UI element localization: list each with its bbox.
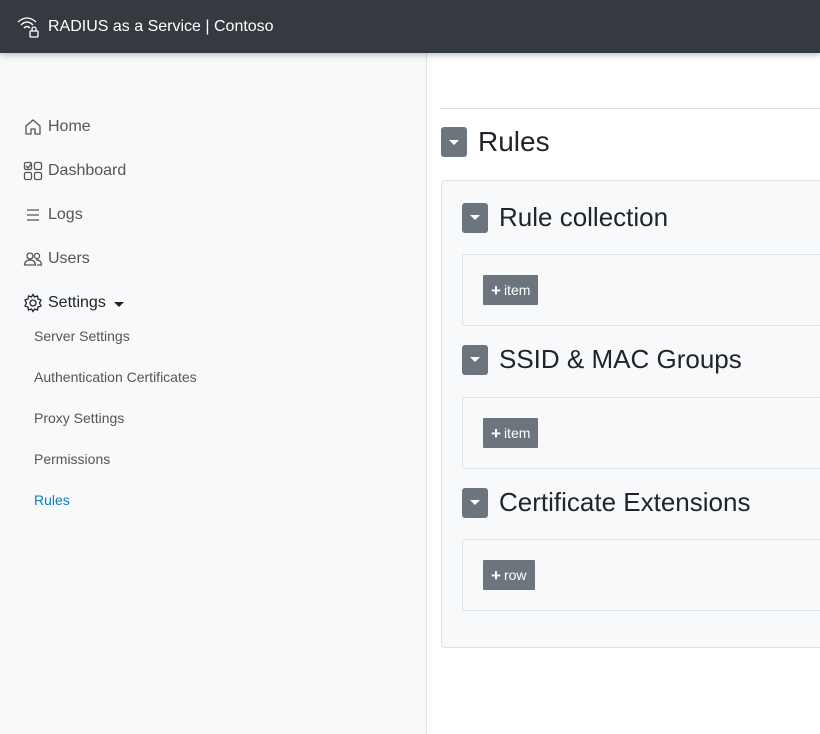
plus-icon: + (491, 423, 501, 443)
sidebar-item-label: Dashboard (48, 162, 127, 179)
caret-down-icon (113, 301, 124, 307)
collapse-toggle-button[interactable] (462, 202, 488, 233)
page-title: Rules (478, 126, 550, 157)
caret-down-icon (470, 500, 480, 505)
divider (440, 108, 820, 109)
add-item-button[interactable]: + item (483, 418, 539, 448)
rules-header: Rules (441, 126, 550, 158)
sidebar-subitem-permissions[interactable]: Permissions (34, 438, 197, 479)
sidebar-item-label: Logs (48, 206, 83, 223)
section-header-ssid-mac-groups: SSID & MAC Groups (462, 344, 742, 375)
dashboard-icon (23, 161, 43, 181)
add-item-button[interactable]: + item (483, 275, 539, 305)
app-title: RADIUS as a Service | Contoso (48, 17, 274, 35)
section-title: Rule collection (499, 202, 669, 232)
section-header-certificate-extensions: Certificate Extensions (462, 487, 750, 518)
plus-icon: + (491, 565, 501, 585)
collapse-toggle-button[interactable] (462, 344, 488, 375)
wifi-lock-icon (16, 14, 42, 40)
caret-down-icon (470, 215, 480, 220)
sidebar-subitem-server-settings[interactable]: Server Settings (34, 315, 197, 356)
sidebar-item-dashboard[interactable]: Dashboard (23, 149, 126, 193)
top-navbar: RADIUS as a Service | Contoso (0, 0, 820, 53)
collapse-toggle-button[interactable] (462, 487, 488, 518)
gear-icon (23, 293, 43, 313)
caret-down-icon (449, 139, 459, 145)
sidebar-subitem-proxy-settings[interactable]: Proxy Settings (34, 397, 197, 438)
button-label: item (503, 425, 531, 441)
button-label: item (503, 282, 531, 298)
sidebar-item-label: Settings (48, 294, 106, 311)
list-icon (23, 205, 43, 225)
rules-card: Rule collection + item SSID & MAC Groups… (441, 180, 820, 648)
sidebar-item-label: Home (48, 118, 91, 135)
sidebar-subitem-rules[interactable]: Rules (34, 479, 197, 520)
section-body-ssid-mac-groups: + item (462, 397, 820, 469)
collapse-toggle-button[interactable] (441, 127, 467, 157)
section-body-certificate-extensions: + row (462, 539, 820, 611)
sidebar: Home Dashboard Logs Users Settings Serve… (0, 53, 427, 734)
caret-down-icon (470, 357, 480, 362)
add-row-button[interactable]: + row (483, 560, 535, 590)
home-icon (23, 117, 43, 137)
main-content: Rules Rule collection + item SSID & MAC … (428, 53, 820, 734)
sidebar-nav: Home Dashboard Logs Users Settings (23, 105, 126, 325)
section-body-rule-collection: + item (462, 254, 820, 326)
section-header-rule-collection: Rule collection (462, 202, 668, 233)
button-label: row (503, 567, 527, 583)
users-icon (23, 249, 43, 269)
sidebar-subitem-authentication-certificates[interactable]: Authentication Certificates (34, 356, 197, 397)
plus-icon: + (491, 280, 501, 300)
settings-subnav: Server Settings Authentication Certifica… (34, 315, 197, 520)
sidebar-item-label: Users (48, 250, 90, 267)
section-title: SSID & MAC Groups (499, 344, 742, 374)
sidebar-item-home[interactable]: Home (23, 105, 126, 149)
sidebar-item-users[interactable]: Users (23, 237, 126, 281)
sidebar-item-logs[interactable]: Logs (23, 193, 126, 237)
section-title: Certificate Extensions (499, 487, 751, 517)
